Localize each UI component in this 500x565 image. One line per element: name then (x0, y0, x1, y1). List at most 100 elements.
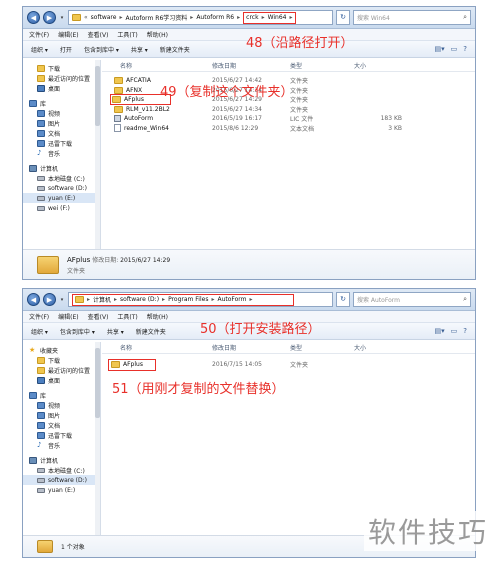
nav-item-recent[interactable]: 最近访问的位置 (23, 365, 100, 375)
help-icon[interactable]: ? (463, 45, 467, 53)
menu-edit[interactable]: 编辑(E) (58, 30, 78, 39)
nav-scrollbar[interactable] (95, 60, 100, 249)
nav-item-libraries[interactable]: 库 (23, 98, 100, 108)
history-dropdown-icon[interactable]: ▾ (59, 15, 65, 21)
nav-item-favorites[interactable]: ★ 收藏夹 (23, 345, 100, 355)
column-name[interactable]: 名称 (102, 343, 212, 352)
address-bar[interactable]: « software ▸ Autoform R6学习资料 ▸ Autoform … (68, 10, 333, 25)
details-date: 2015/6/27 14:29 (120, 256, 171, 264)
nav-item-computer[interactable]: 计算机 (23, 455, 100, 465)
refresh-button[interactable]: ↻ (336, 292, 350, 307)
address-bar[interactable]: ▸ 计算机 ▸ software (D:) ▸ Program Files ▸ … (68, 292, 333, 307)
preview-pane-icon[interactable]: ▭ (451, 45, 458, 53)
column-date[interactable]: 修改日期 (212, 343, 290, 352)
file-row[interactable]: readme_Win64 2015/8/6 12:29 文本文档 3 KB (102, 124, 475, 134)
nav-item-documents[interactable]: 文档 (23, 128, 100, 138)
nav-item-pictures[interactable]: 图片 (23, 410, 100, 420)
menu-help[interactable]: 帮助(H) (147, 30, 168, 39)
column-size[interactable]: 大小 (354, 343, 414, 352)
include-in-library-button[interactable]: 包含到库中 ▾ (84, 45, 119, 54)
menu-tools[interactable]: 工具(T) (117, 312, 137, 321)
column-type[interactable]: 类型 (290, 61, 354, 70)
menu-view[interactable]: 查看(V) (88, 30, 109, 39)
recent-places-icon (37, 366, 45, 374)
organize-button[interactable]: 组织 ▾ (31, 45, 48, 54)
file-row-afplus[interactable]: AFplus 2016/7/15 14:05 文件夹 (102, 358, 475, 371)
nav-scrollbar[interactable] (95, 342, 100, 535)
nav-item-drive-c[interactable]: 本地磁盘 (C:) (23, 173, 100, 183)
help-icon[interactable]: ? (463, 327, 467, 335)
nav-item-downloads[interactable]: 下载 (23, 63, 100, 73)
nav-item-libraries[interactable]: 库 (23, 390, 100, 400)
breadcrumb-win64[interactable]: Win64 (268, 14, 287, 21)
breadcrumb-computer[interactable]: 计算机 (93, 295, 111, 304)
menu-edit[interactable]: 编辑(E) (58, 312, 78, 321)
folder-icon (114, 77, 123, 85)
refresh-button[interactable]: ↻ (336, 10, 350, 25)
file-row[interactable]: RLM_v11.2BL2 2015/6/27 14:34 文件夹 (102, 105, 475, 115)
new-folder-button[interactable]: 新建文件夹 (136, 327, 166, 336)
column-date[interactable]: 修改日期 (212, 61, 290, 70)
forward-button[interactable]: ▶ (43, 11, 56, 24)
drive-icon (37, 477, 45, 483)
menu-file[interactable]: 文件(F) (29, 312, 49, 321)
organize-button[interactable]: 组织 ▾ (31, 327, 48, 336)
share-button[interactable]: 共享 ▾ (107, 327, 124, 336)
breadcrumb-autoform-study[interactable]: Autoform R6学习资料 (125, 13, 187, 22)
view-options-icon[interactable]: ▤▾ (435, 45, 445, 53)
pictures-icon (37, 411, 45, 419)
nav-item-thunder[interactable]: 迅雷下载 (23, 138, 100, 148)
breadcrumb-crck[interactable]: crck (246, 14, 258, 21)
breadcrumb-software[interactable]: software (91, 14, 117, 21)
menu-help[interactable]: 帮助(H) (147, 312, 168, 321)
nav-item-videos[interactable]: 视频 (23, 400, 100, 410)
nav-item-music[interactable]: ♪ 音乐 (23, 440, 100, 450)
back-button[interactable]: ◀ (27, 11, 40, 24)
menu-file[interactable]: 文件(F) (29, 30, 49, 39)
nav-item-drive-e[interactable]: yuan (E:) (23, 193, 100, 203)
nav-item-downloads[interactable]: 下载 (23, 355, 100, 365)
back-button[interactable]: ◀ (27, 293, 40, 306)
nav-item-music[interactable]: ♪ 音乐 (23, 148, 100, 158)
file-row[interactable]: AutoForm 2016/5/19 16:17 LIC 文件 183 KB (102, 114, 475, 124)
nav-item-pictures[interactable]: 图片 (23, 118, 100, 128)
nav-item-desktop[interactable]: 桌面 (23, 375, 100, 385)
preview-pane-icon[interactable]: ▭ (451, 327, 458, 335)
breadcrumb-software-d[interactable]: software (D:) (120, 296, 159, 303)
menu-view[interactable]: 查看(V) (88, 312, 109, 321)
new-folder-button[interactable]: 新建文件夹 (160, 45, 190, 54)
content-area: ★ 收藏夹 下载 最近访问的位置 桌面 库 视频 图片 文档 迅雷下载 ♪ 音乐 计… (23, 342, 475, 535)
nav-item-computer[interactable]: 计算机 (23, 163, 100, 173)
breadcrumb-autoform[interactable]: AutoForm (217, 296, 246, 303)
nav-item-videos[interactable]: 视频 (23, 108, 100, 118)
column-size[interactable]: 大小 (354, 61, 414, 70)
drive-icon (37, 195, 45, 201)
column-name[interactable]: 名称 (102, 61, 212, 70)
nav-item-drive-e[interactable]: yuan (E:) (23, 485, 100, 495)
open-button[interactable]: 打开 (60, 45, 72, 54)
nav-item-thunder[interactable]: 迅雷下载 (23, 430, 100, 440)
nav-item-drive-f[interactable]: wei (F:) (23, 203, 100, 213)
video-icon (37, 109, 45, 117)
nav-item-recent[interactable]: 最近访问的位置 (23, 73, 100, 83)
forward-button[interactable]: ▶ (43, 293, 56, 306)
share-button[interactable]: 共享 ▾ (131, 45, 148, 54)
menu-tools[interactable]: 工具(T) (117, 30, 137, 39)
column-type[interactable]: 类型 (290, 343, 354, 352)
address-prefix: « (84, 14, 88, 21)
drive-icon (37, 185, 45, 191)
history-dropdown-icon[interactable]: ▾ (59, 297, 65, 303)
view-options-icon[interactable]: ▤▾ (435, 327, 445, 335)
large-folder-icon (37, 540, 53, 553)
search-input[interactable]: 搜索 AutoForm ⌕ (353, 292, 471, 307)
nav-item-desktop[interactable]: 桌面 (23, 83, 100, 93)
breadcrumb-autoform-r6[interactable]: Autoform R6 (196, 14, 234, 21)
nav-item-drive-d[interactable]: software (D:) (23, 475, 100, 485)
search-input[interactable]: 搜索 Win64 ⌕ (353, 10, 471, 25)
breadcrumb-program-files[interactable]: Program Files (168, 296, 208, 303)
nav-item-documents[interactable]: 文档 (23, 420, 100, 430)
nav-item-drive-c[interactable]: 本地磁盘 (C:) (23, 465, 100, 475)
annotation-48: 48（沿路径打开） (246, 36, 354, 51)
include-in-library-button[interactable]: 包含到库中 ▾ (60, 327, 95, 336)
nav-item-drive-d[interactable]: software (D:) (23, 183, 100, 193)
